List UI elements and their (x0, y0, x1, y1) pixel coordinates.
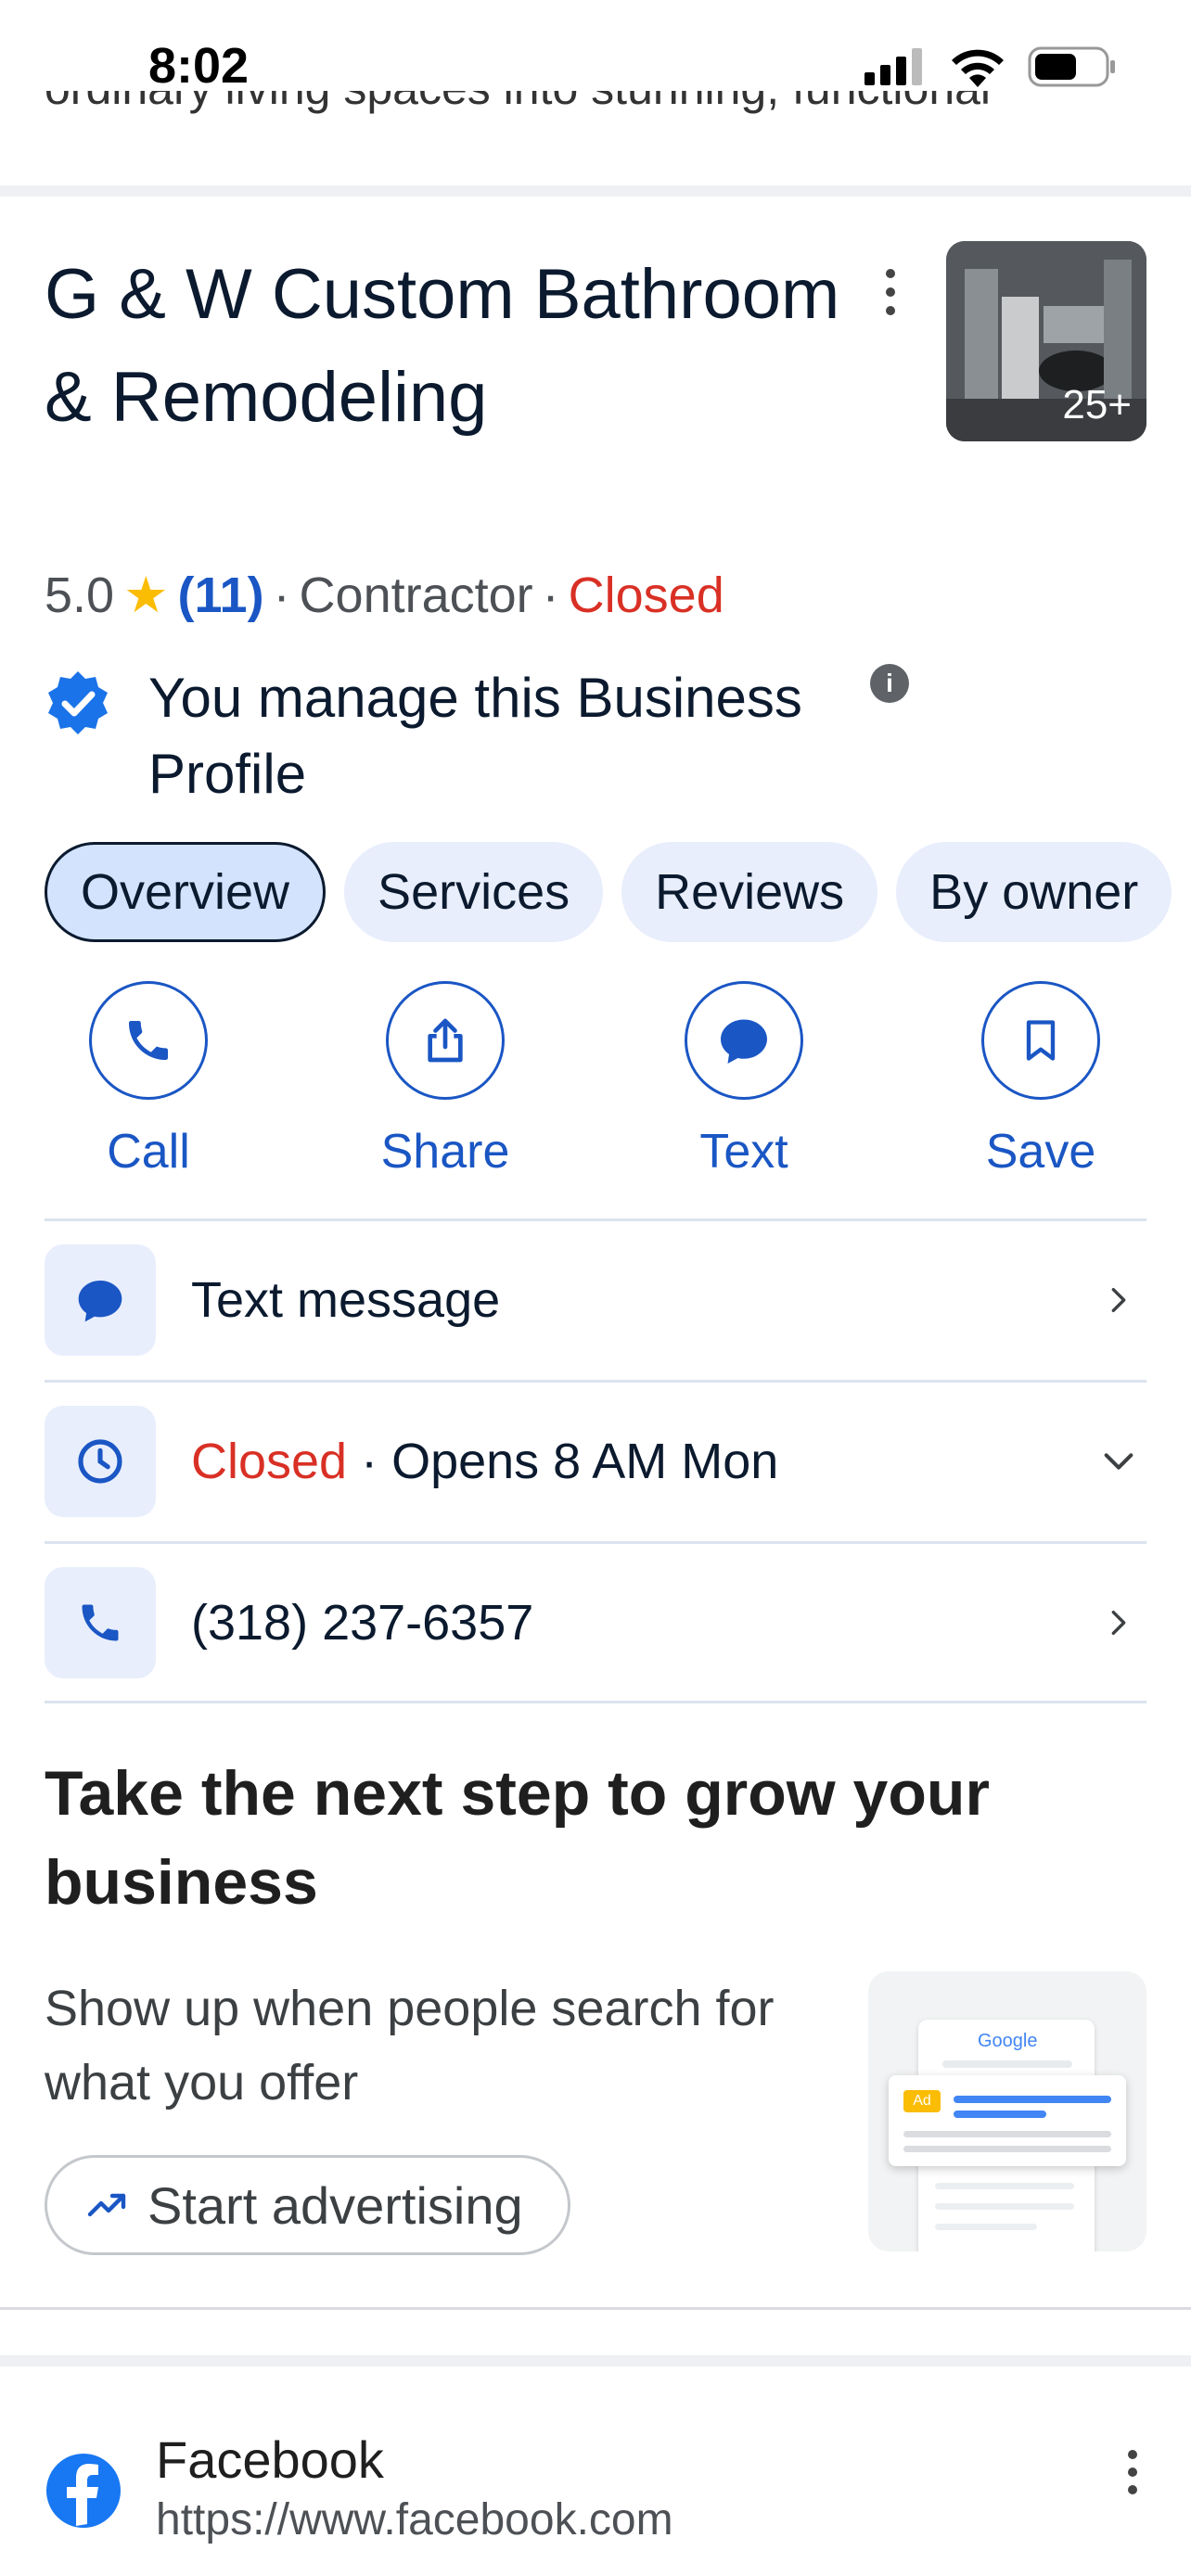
more-options-icon[interactable] (872, 269, 909, 315)
share-button[interactable]: Share (343, 981, 547, 1180)
tab-services[interactable]: Services (344, 842, 604, 942)
photo-count: 25+ (1062, 382, 1132, 427)
ad-line (954, 2111, 1046, 2118)
signal-icon (864, 48, 922, 85)
text-button[interactable]: Text (642, 981, 846, 1180)
phone-row[interactable]: (318) 237-6357 (45, 1541, 1146, 1701)
tab-bar: Overview Services Reviews By owner (45, 842, 1172, 942)
chevron-down-icon (1091, 1443, 1146, 1480)
section-divider (0, 2355, 1191, 2366)
clock-icon (78, 1438, 122, 1484)
placeholder-line (942, 2060, 1072, 2068)
row-divider (45, 1701, 1146, 1703)
share-label: Share (380, 1125, 510, 1179)
placeholder-line (935, 2224, 1037, 2230)
open-status: Closed (568, 567, 724, 623)
star-icon: ★ (123, 567, 169, 623)
separator: · (273, 567, 290, 623)
start-advertising-button[interactable]: Start advertising (45, 2155, 570, 2255)
phone-number: (318) 237-6357 (191, 1594, 534, 1651)
google-logo-text: Google (978, 2031, 1038, 2051)
bookmark-icon (1026, 1020, 1056, 1061)
ad-badge: Ad (903, 2090, 941, 2112)
promo-title: Take the next step to grow your business (45, 1758, 990, 1918)
section-divider (0, 185, 1191, 197)
ad-line (903, 2146, 1111, 2152)
chevron-right-icon (1091, 1602, 1146, 1643)
phone-icon (82, 1604, 119, 1640)
ad-line (954, 2096, 1111, 2103)
start-advertising-label: Start advertising (147, 2175, 523, 2235)
phone-icon (129, 1021, 168, 1060)
hours-text: Closed · Opens 8 AM Mon (191, 1433, 1091, 1490)
placeholder-line (935, 2183, 1074, 2189)
text-label: Text (699, 1125, 788, 1179)
hours-status: Closed (191, 1433, 348, 1489)
call-button[interactable]: Call (46, 981, 250, 1180)
tab-overview[interactable]: Overview (45, 842, 327, 942)
row-icon-bg (45, 1243, 156, 1356)
info-icon[interactable]: i (870, 664, 909, 703)
verified-badge-icon (48, 671, 108, 734)
save-button[interactable]: Save (939, 981, 1143, 1180)
trending-up-icon (87, 2193, 126, 2217)
share-circle[interactable] (386, 981, 505, 1100)
save-circle[interactable] (981, 981, 1100, 1100)
call-circle[interactable] (89, 981, 208, 1100)
text-circle[interactable] (685, 981, 803, 1100)
tab-by-owner[interactable]: By owner (896, 842, 1172, 942)
wifi-icon (952, 49, 1004, 87)
result-title[interactable]: Facebook (156, 2429, 384, 2490)
row-icon-bg (45, 1566, 156, 1678)
chat-bubble-icon (78, 1280, 122, 1321)
hours-row[interactable]: Closed · Opens 8 AM Mon (45, 1380, 1146, 1539)
separator: · (542, 567, 559, 623)
save-label: Save (985, 1125, 1096, 1179)
section-divider (0, 2307, 1191, 2310)
chevron-right-icon (1091, 1280, 1146, 1320)
row-icon-bg (45, 1405, 156, 1517)
text-message-row[interactable]: Text message (45, 1218, 1146, 1378)
business-name: G & W Custom Bathroom & Remodeling (45, 255, 840, 437)
promo-description: Show up when people search for what you … (45, 1981, 775, 2111)
status-time: 8:02 (148, 38, 250, 94)
battery-icon (1028, 46, 1115, 87)
rating-line: 5.0 ★ (11) · Contractor · Closed (45, 566, 724, 624)
managed-profile-text: You manage this Business Profile (148, 667, 802, 805)
status-icons (863, 46, 1117, 87)
result-url[interactable]: https://www.facebook.com (156, 2494, 673, 2545)
ad-line (903, 2131, 1111, 2137)
text-message-label: Text message (191, 1271, 501, 1328)
tab-reviews[interactable]: Reviews (621, 842, 878, 942)
rating-value: 5.0 (45, 567, 115, 623)
placeholder-line (935, 2203, 1074, 2210)
business-photo[interactable]: 25+ (946, 241, 1146, 441)
managed-profile-notice: You manage this Business Profile (45, 660, 916, 812)
more-options-icon[interactable] (1119, 2450, 1146, 2494)
chat-bubble-icon (721, 1019, 767, 1064)
call-label: Call (107, 1125, 190, 1179)
share-icon (428, 1018, 463, 1063)
hours-detail: · Opens 8 AM Mon (347, 1433, 779, 1489)
business-category: Contractor (299, 567, 533, 623)
truncated-description: ordinary living spaces into stunning, fu… (45, 91, 1148, 148)
facebook-logo-icon (46, 2454, 121, 2528)
review-count[interactable]: (11) (178, 567, 264, 624)
ad-illustration: Google Ad (868, 1971, 1146, 2251)
ad-card (889, 2075, 1126, 2166)
